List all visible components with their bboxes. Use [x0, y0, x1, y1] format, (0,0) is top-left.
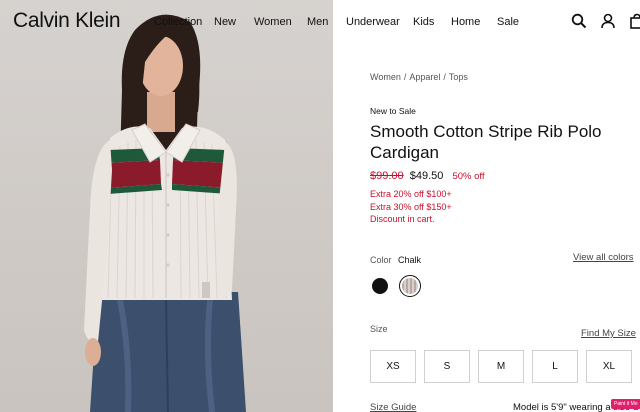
nav-women[interactable]: Women: [254, 16, 292, 28]
size-m-button[interactable]: M: [478, 350, 524, 383]
product-kicker: New to Sale: [370, 106, 416, 116]
size-xl-button[interactable]: XL: [586, 350, 632, 383]
discount-label: 50% off: [452, 171, 485, 182]
nav-new[interactable]: New: [214, 16, 236, 28]
breadcrumb-tops[interactable]: Tops: [449, 72, 468, 82]
nav-kids[interactable]: Kids: [413, 16, 434, 28]
selected-color: Chalk: [398, 255, 422, 265]
brand-logo[interactable]: Calvin Klein: [13, 9, 121, 33]
breadcrumb-separator: /: [403, 72, 407, 82]
size-xs-button[interactable]: XS: [370, 350, 416, 383]
swatch-black[interactable]: [369, 275, 391, 297]
sale-price: $49.50: [409, 170, 444, 182]
nav-collection[interactable]: Collection: [154, 16, 202, 28]
site-header: Calvin Klein Collection New Women Men Un…: [0, 0, 640, 44]
view-all-colors-link[interactable]: View all colors: [573, 252, 634, 263]
price-row: $99.00 $49.50 50% off: [370, 170, 484, 182]
find-my-size-link[interactable]: Find My Size: [581, 328, 636, 339]
promo-line-2: Extra 30% off $150+: [370, 202, 452, 212]
promo-line-1: Extra 20% off $100+: [370, 189, 452, 199]
size-l-button[interactable]: L: [532, 350, 578, 383]
search-icon[interactable]: [571, 13, 587, 29]
model-illustration: [84, 14, 246, 412]
size-guide-link[interactable]: Size Guide: [370, 402, 416, 412]
nav-underwear[interactable]: Underwear: [346, 16, 400, 28]
nav-men[interactable]: Men: [307, 16, 328, 28]
nav-sale[interactable]: Sale: [497, 16, 519, 28]
product-image: [0, 0, 333, 412]
breadcrumb: Women / Apparel / Tops: [370, 72, 468, 82]
product-title: Smooth Cotton Stripe Rib Polo Cardigan: [370, 122, 602, 162]
color-label: Color: [370, 255, 392, 265]
breadcrumb-separator: /: [443, 72, 446, 82]
paint-it-me-badge[interactable]: Paint it Me: [611, 399, 640, 409]
bag-icon[interactable]: [629, 13, 640, 29]
breadcrumb-women[interactable]: Women: [370, 72, 401, 82]
breadcrumb-apparel[interactable]: Apparel: [409, 72, 440, 82]
original-price: $99.00: [370, 170, 404, 182]
nav-home[interactable]: Home: [451, 16, 480, 28]
size-s-button[interactable]: S: [424, 350, 470, 383]
promo-line-3: Discount in cart.: [370, 214, 435, 224]
size-label: Size: [370, 324, 388, 334]
account-icon[interactable]: [600, 13, 616, 29]
swatch-chalk[interactable]: [399, 275, 421, 297]
